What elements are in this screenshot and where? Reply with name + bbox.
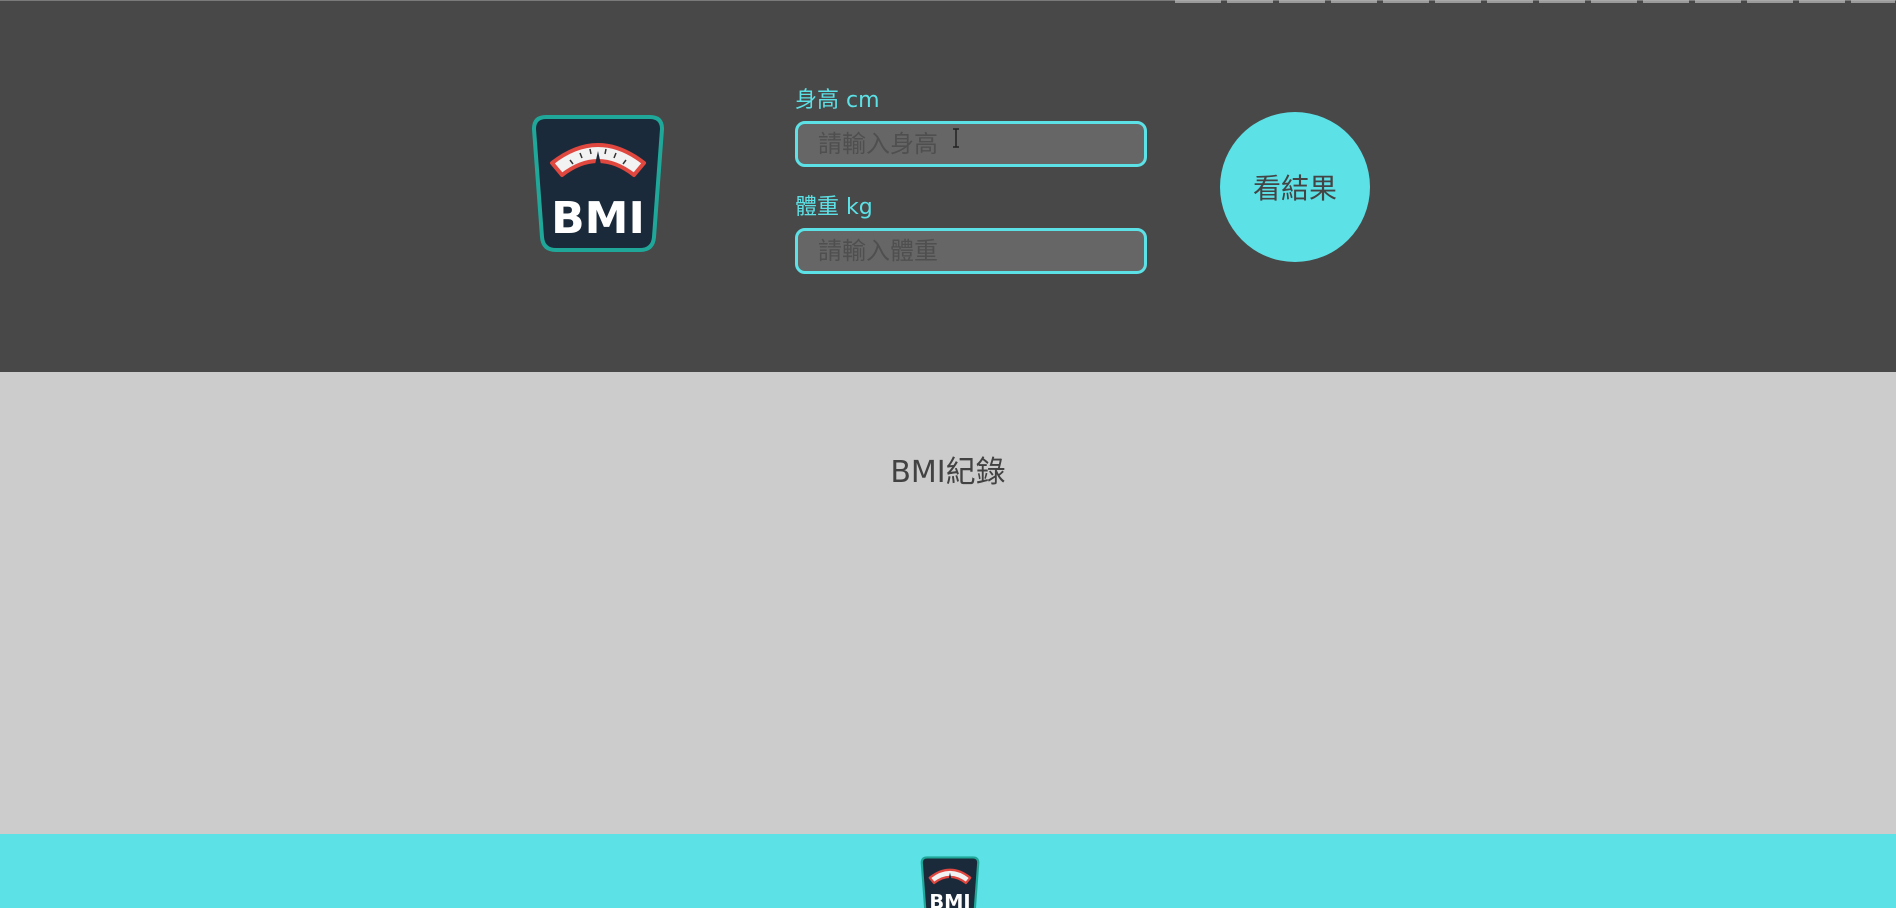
- logo-text: BMI: [551, 193, 645, 244]
- top-edge-marks: [1175, 0, 1895, 3]
- weight-label: 體重 kg: [795, 195, 873, 220]
- weight-input[interactable]: [795, 228, 1147, 274]
- height-input[interactable]: [795, 121, 1147, 167]
- header: BMI 身高 cm 體重 kg 看結果: [0, 0, 1896, 372]
- footer-logo-text: BMI: [929, 891, 970, 908]
- footer-bmi-logo-icon: BMI: [920, 856, 980, 908]
- records-title: BMI紀錄: [890, 455, 1006, 490]
- height-label: 身高 cm: [795, 88, 880, 113]
- text-cursor-icon: [953, 128, 959, 148]
- footer: BMI: [0, 834, 1896, 908]
- bmi-logo-icon: BMI: [530, 115, 666, 253]
- page: BMI 身高 cm 體重 kg 看結果 BMI紀錄 BMI: [0, 0, 1896, 908]
- see-result-button[interactable]: 看結果: [1220, 112, 1370, 262]
